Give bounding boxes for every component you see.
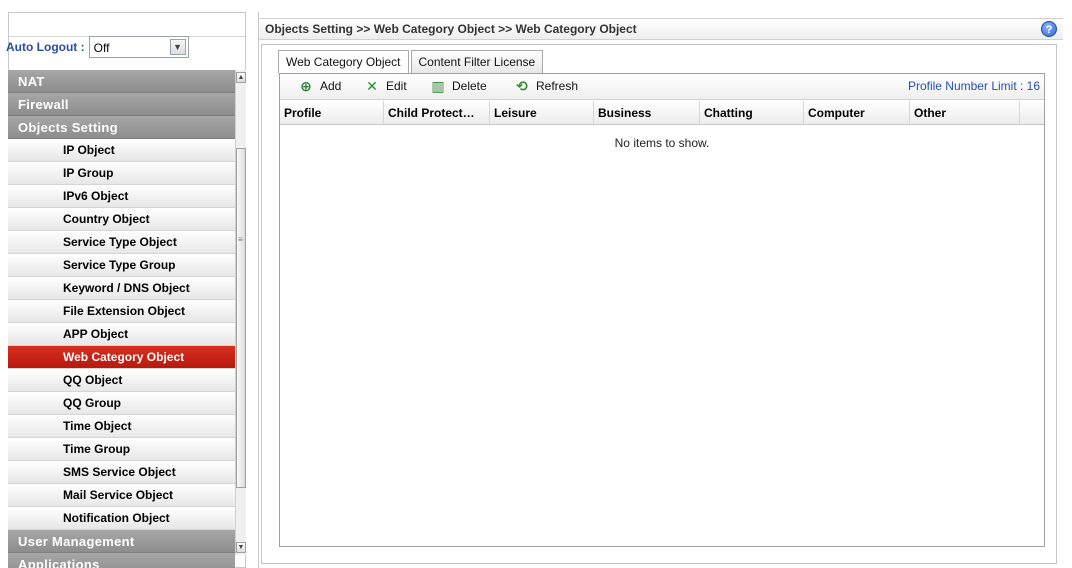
auto-logout-value: Off [93, 41, 110, 55]
edit-label: Edit [386, 79, 407, 93]
sidebar-group-firewall[interactable]: Firewall [8, 93, 235, 116]
delete-button[interactable]: ▥ Delete [430, 78, 487, 94]
edit-button[interactable]: ✕ Edit [364, 78, 407, 94]
column-header[interactable]: Computer [804, 101, 910, 125]
column-header[interactable]: Chatting [700, 101, 804, 125]
sidebar-item-qq-group[interactable]: QQ Group [8, 392, 235, 415]
main-content: Objects Setting >> Web Category Object >… [258, 12, 1063, 568]
sidebar-item-web-category-object[interactable]: Web Category Object [8, 346, 235, 369]
sidebar-menu: NAT Firewall Objects Setting IP Object I… [8, 70, 235, 568]
add-button[interactable]: ⊕ Add [298, 78, 341, 94]
scrollbar-grip-icon: ≡ [238, 235, 243, 244]
column-header[interactable]: Profile [280, 101, 384, 125]
add-icon: ⊕ [300, 78, 312, 94]
edit-icon: ✕ [366, 78, 378, 94]
sidebar-item-notification-object[interactable]: Notification Object [8, 507, 235, 530]
sidebar-item-ipv6-object[interactable]: IPv6 Object [8, 185, 235, 208]
sidebar-item-file-extension-object[interactable]: File Extension Object [8, 300, 235, 323]
tab-web-category-object[interactable]: Web Category Object [278, 50, 409, 73]
toolbar: ⊕ Add ✕ Edit ▥ Delete ⟲ Refresh Profile … [280, 74, 1044, 100]
delete-label: Delete [452, 79, 487, 93]
tab-content-filter-license[interactable]: Content Filter License [410, 50, 544, 73]
profiles-panel: ⊕ Add ✕ Edit ▥ Delete ⟲ Refresh Profile … [279, 73, 1045, 547]
empty-state-text: No items to show. [614, 136, 710, 150]
column-header[interactable]: Child Protect… [384, 101, 490, 125]
sidebar-group-user-management[interactable]: User Management [8, 530, 235, 553]
auto-logout-label: Auto Logout : [6, 40, 85, 54]
sidebar-item-qq-object[interactable]: QQ Object [8, 369, 235, 392]
column-header[interactable]: Leisure [490, 101, 594, 125]
scrollbar-thumb[interactable] [236, 148, 246, 488]
sidebar-item-service-type-group[interactable]: Service Type Group [8, 254, 235, 277]
column-header[interactable]: Business [594, 101, 700, 125]
refresh-icon: ⟲ [516, 78, 528, 94]
auto-logout-select[interactable]: Off ▼ [88, 36, 189, 58]
help-icon[interactable]: ? [1041, 21, 1057, 37]
add-label: Add [320, 79, 342, 93]
trash-icon: ▥ [431, 78, 445, 94]
sidebar-item-keyword-dns-object[interactable]: Keyword / DNS Object [8, 277, 235, 300]
page-header: Objects Setting >> Web Category Object >… [259, 18, 1063, 40]
sidebar-scrollbar[interactable]: ▲ ≡ ▼ [235, 70, 246, 555]
sidebar-item-service-type-object[interactable]: Service Type Object [8, 231, 235, 254]
column-header[interactable]: Other [910, 101, 1020, 125]
sidebar-item-app-object[interactable]: APP Object [8, 323, 235, 346]
sidebar-top-strip [9, 13, 245, 37]
table-header: Profile Child Protect… Leisure Business … [280, 101, 1044, 125]
router-admin-window: Auto Logout : Off ▼ NAT Firewall Objects… [0, 0, 1072, 568]
sidebar-item-ip-group[interactable]: IP Group [8, 162, 235, 185]
profile-limit: Profile Number Limit : 16 [907, 79, 1040, 93]
sidebar-group-nat[interactable]: NAT [8, 70, 235, 93]
breadcrumb: Objects Setting >> Web Category Object >… [265, 22, 637, 36]
column-header-spacer [1020, 101, 1044, 125]
auto-logout: Auto Logout : Off ▼ [6, 36, 189, 58]
refresh-button[interactable]: ⟲ Refresh [514, 78, 578, 94]
sidebar-item-mail-service-object[interactable]: Mail Service Object [8, 484, 235, 507]
sidebar-group-objects-setting[interactable]: Objects Setting [8, 116, 235, 139]
scroll-down-icon[interactable]: ▼ [236, 542, 246, 553]
refresh-label: Refresh [536, 79, 579, 93]
sidebar-item-country-object[interactable]: Country Object [8, 208, 235, 231]
scroll-up-icon[interactable]: ▲ [236, 72, 246, 83]
chevron-down-icon[interactable]: ▼ [169, 39, 186, 55]
sidebar-item-time-object[interactable]: Time Object [8, 415, 235, 438]
sidebar-group-applications[interactable]: Applications [8, 553, 235, 568]
tab-bar: Web Category Object Content Filter Licen… [278, 50, 545, 73]
sidebar-item-ip-object[interactable]: IP Object [8, 139, 235, 162]
sidebar-item-sms-service-object[interactable]: SMS Service Object [8, 461, 235, 484]
sidebar-item-time-group[interactable]: Time Group [8, 438, 235, 461]
